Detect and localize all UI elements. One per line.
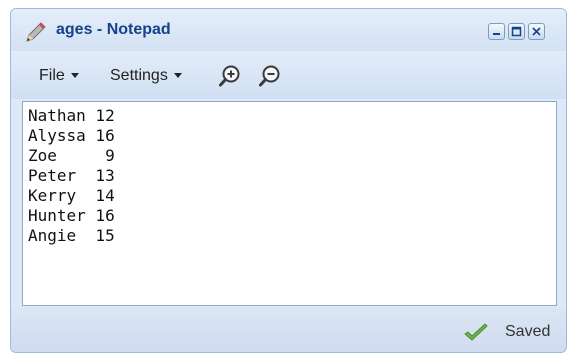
text-editor[interactable]: Nathan 12 Alyssa 16 Zoe 9 Peter 13 Kerry… [22, 101, 557, 306]
file-menu-button[interactable]: File [39, 65, 79, 87]
close-button[interactable] [528, 23, 545, 40]
zoom-out-button[interactable] [258, 64, 282, 88]
window-title: ages - Notepad [56, 21, 171, 38]
maximize-icon [511, 26, 522, 37]
close-icon [532, 27, 541, 36]
file-menu-label: File [39, 67, 65, 84]
notepad-window: ages - Notepad File Settings Nathan 12 A… [10, 8, 567, 353]
status-bar: Saved [11, 307, 566, 352]
chevron-down-icon [173, 73, 182, 79]
editor-content[interactable]: Nathan 12 Alyssa 16 Zoe 9 Peter 13 Kerry… [23, 102, 556, 246]
save-status: Saved [505, 323, 551, 340]
settings-menu-label: Settings [110, 67, 168, 84]
zoom-in-button[interactable] [218, 64, 242, 88]
minimize-button[interactable] [488, 23, 505, 40]
chevron-down-icon [70, 73, 79, 79]
settings-menu-button[interactable]: Settings [110, 65, 182, 87]
pencil-icon [25, 21, 47, 43]
zoom-in-icon [219, 65, 240, 87]
minimize-icon [493, 33, 500, 35]
maximize-button[interactable] [508, 23, 525, 40]
checkmark-icon [463, 323, 489, 343]
title-bar[interactable]: ages - Notepad [11, 9, 566, 51]
zoom-out-icon [259, 65, 280, 87]
toolbar: File Settings [11, 51, 566, 99]
